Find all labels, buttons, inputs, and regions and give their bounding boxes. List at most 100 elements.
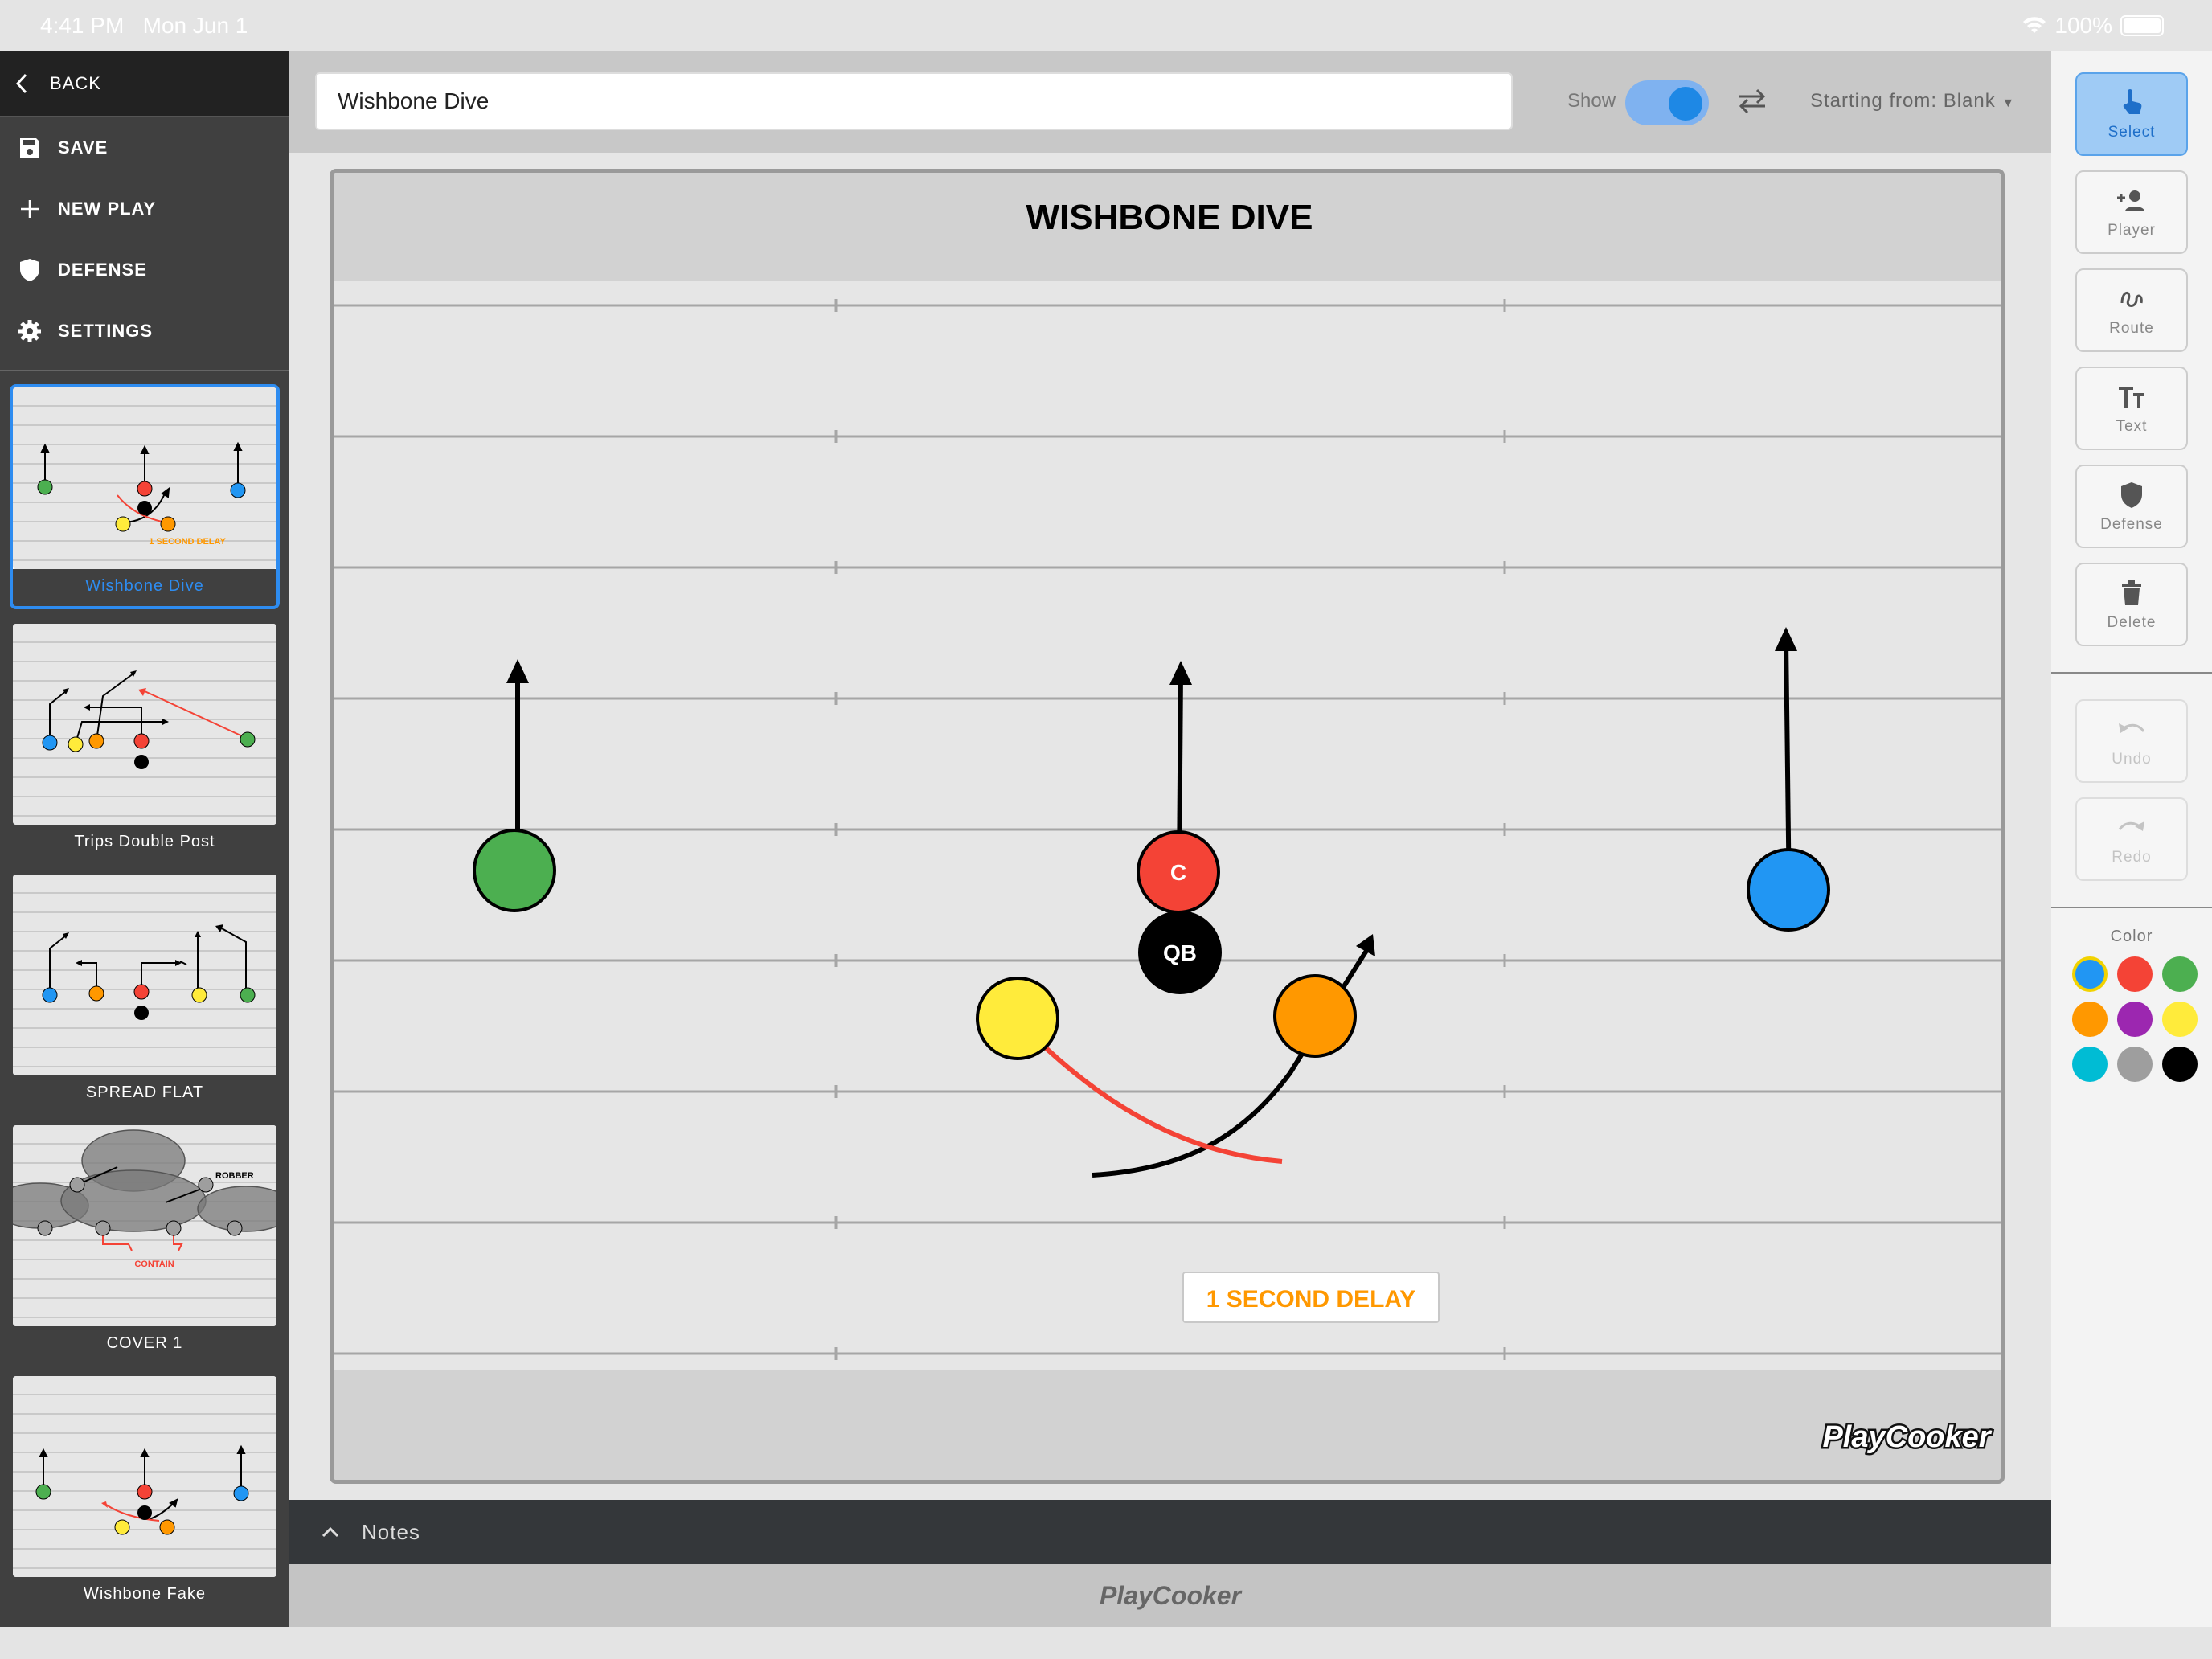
settings-label: SETTINGS <box>58 321 154 341</box>
chevron-up-icon <box>322 1526 339 1538</box>
toolbar-divider <box>2051 907 2212 908</box>
play-thumbnail: 1 SECOND DELAY <box>13 387 276 569</box>
footer-brand-text: PlayCooker <box>1099 1580 1242 1610</box>
player-token[interactable] <box>473 829 556 912</box>
player-tool-label: Player <box>2108 222 2156 239</box>
tool-palette: Select Player Route Text Defense Delete … <box>2051 51 2212 1627</box>
route-tool-button[interactable]: Route <box>2075 268 2188 352</box>
play-card-wishbone-dive[interactable]: 1 SECOND DELAY Wishbone Dive <box>10 384 280 609</box>
trash-icon <box>2121 577 2142 609</box>
thumb-label-robber: ROBBER <box>215 1171 254 1181</box>
player-token[interactable]: C <box>1137 830 1220 914</box>
plus-icon <box>18 197 42 221</box>
footer-brand: PlayCooker <box>289 1564 2051 1627</box>
save-icon <box>18 136 42 160</box>
color-swatch[interactable] <box>2072 1002 2108 1037</box>
color-swatch[interactable] <box>2117 956 2153 992</box>
field-title: WISHBONE DIVE <box>1026 198 1313 237</box>
annotation-text: 1 SECOND DELAY <box>1206 1286 1416 1313</box>
play-label: COVER 1 <box>106 1334 183 1352</box>
toolbar-divider <box>2051 672 2212 674</box>
play-card-trips-double-post[interactable]: Trips Double Post <box>13 624 276 851</box>
undo-icon <box>2117 714 2146 746</box>
color-swatch[interactable] <box>2162 956 2198 992</box>
select-tool-button[interactable]: Select <box>2075 72 2188 156</box>
player-token[interactable] <box>976 977 1059 1060</box>
redo-button[interactable]: Redo <box>2075 797 2188 881</box>
new-play-label: NEW PLAY <box>58 199 157 219</box>
chevron-left-icon <box>15 73 27 94</box>
defense-label: DEFENSE <box>58 260 147 280</box>
play-card-wishbone-fake[interactable]: Wishbone Fake <box>13 1376 276 1604</box>
route-icon <box>2119 283 2144 315</box>
defense-button[interactable]: DEFENSE <box>0 240 289 301</box>
player-label: QB <box>1163 940 1197 965</box>
delete-tool-label: Delete <box>2107 614 2157 631</box>
select-tool-label: Select <box>2108 124 2156 141</box>
play-label: Wishbone Dive <box>13 569 276 606</box>
new-play-button[interactable]: NEW PLAY <box>0 178 289 240</box>
wifi-icon <box>2023 17 2046 33</box>
player-token[interactable]: QB <box>1138 911 1222 994</box>
save-button[interactable]: SAVE <box>0 117 289 178</box>
route-tool-label: Route <box>2109 320 2154 337</box>
text-tool-button[interactable]: Text <box>2075 367 2188 450</box>
play-label: Trips Double Post <box>74 833 215 850</box>
play-thumbnail <box>13 624 276 825</box>
status-time: 4:41 PM Mon Jun 1 <box>40 13 248 38</box>
arrow-head <box>1775 627 1797 651</box>
back-button[interactable]: BACK <box>0 51 289 117</box>
arrow-head <box>506 659 529 683</box>
save-label: SAVE <box>58 137 109 158</box>
home-indicator-bar <box>0 1627 2212 1659</box>
status-date: Mon Jun 1 <box>142 13 248 38</box>
swap-arrows-icon[interactable] <box>1736 87 1768 116</box>
color-swatch[interactable] <box>2072 1047 2108 1082</box>
show-label: Show <box>1567 90 1616 112</box>
text-size-icon <box>2117 381 2146 413</box>
football-field[interactable]: WISHBONE DIVE C QB 1 SECOND DELAY PlayCo… <box>330 169 2005 1484</box>
play-card-spread-flat[interactable]: SPREAD FLAT <box>13 875 276 1102</box>
color-swatch[interactable] <box>2162 1047 2198 1082</box>
redo-label: Redo <box>2112 849 2152 866</box>
thumb-label-contain: CONTAIN <box>134 1260 174 1269</box>
play-card-cover-1[interactable]: ROBBER CONTAIN COVER 1 <box>13 1125 276 1353</box>
delete-tool-button[interactable]: Delete <box>2075 563 2188 646</box>
undo-label: Undo <box>2112 751 2152 768</box>
caret-down-icon: ▼ <box>2001 96 2016 110</box>
text-tool-label: Text <box>2116 418 2148 435</box>
settings-button[interactable]: SETTINGS <box>0 301 289 362</box>
notes-label: Notes <box>362 1519 420 1544</box>
player-label: C <box>1170 860 1186 885</box>
color-swatch[interactable] <box>2117 1002 2153 1037</box>
player-token[interactable] <box>1747 848 1830 932</box>
back-label: BACK <box>50 73 101 93</box>
color-swatch[interactable] <box>2117 1047 2153 1082</box>
redo-icon <box>2117 812 2146 844</box>
play-header-bar: Show Starting from: Blank ▼ <box>289 51 2051 153</box>
play-thumbnail <box>13 875 276 1075</box>
play-name-input[interactable] <box>315 72 1513 130</box>
show-toggle[interactable] <box>1625 80 1709 125</box>
play-label: Wishbone Fake <box>84 1585 206 1603</box>
thumb-annotation: 1 SECOND DELAY <box>149 537 226 547</box>
playcooker-watermark: PlayCooker <box>1822 1420 1992 1454</box>
color-swatch[interactable] <box>2072 956 2108 992</box>
notes-toggle[interactable]: Notes <box>289 1500 2051 1564</box>
shield-icon <box>2120 479 2143 511</box>
defense-tool-label: Defense <box>2100 516 2163 533</box>
undo-button[interactable]: Undo <box>2075 699 2188 783</box>
color-swatch[interactable] <box>2162 1002 2198 1037</box>
battery-percent: 100% <box>2054 13 2112 38</box>
gear-icon <box>18 319 42 343</box>
play-canvas: WISHBONE DIVE C QB 1 SECOND DELAY PlayCo… <box>289 153 2051 1500</box>
arrow-head <box>1169 661 1192 685</box>
starting-from-dropdown[interactable]: Starting from: Blank ▼ <box>1810 90 2015 113</box>
player-tool-button[interactable]: Player <box>2075 170 2188 254</box>
status-right: 100% <box>2022 13 2164 39</box>
sidebar-divider <box>0 370 289 371</box>
play-thumbnail: ROBBER CONTAIN <box>13 1125 276 1326</box>
play-thumbnail <box>13 1376 276 1577</box>
player-token[interactable] <box>1273 974 1357 1058</box>
defense-tool-button[interactable]: Defense <box>2075 465 2188 548</box>
